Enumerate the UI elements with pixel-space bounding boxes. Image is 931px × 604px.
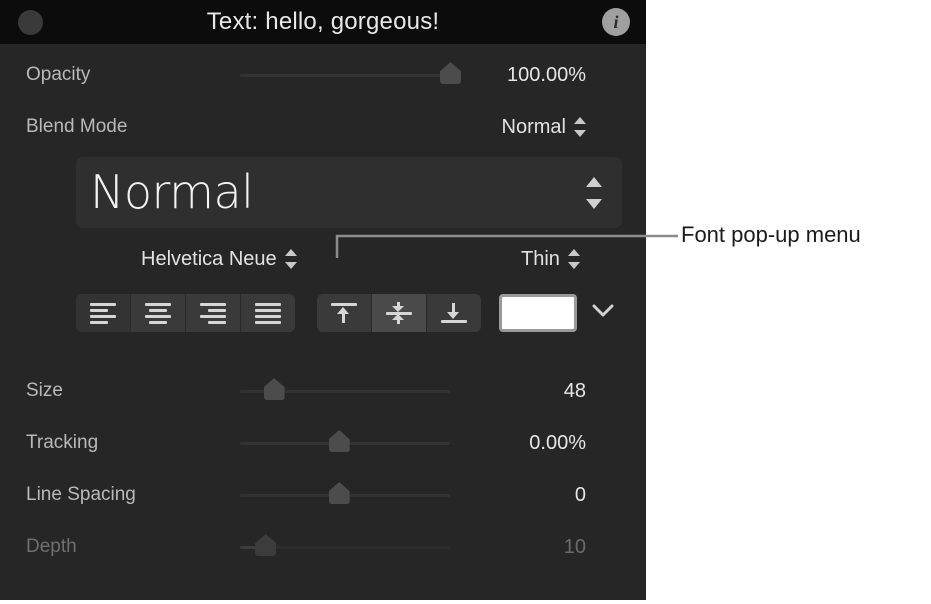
blend-mode-value: Normal bbox=[501, 115, 566, 138]
align-top-icon bbox=[331, 301, 357, 325]
opacity-label: Opacity bbox=[26, 64, 91, 85]
stepper-arrows-icon bbox=[567, 248, 580, 270]
info-icon[interactable]: i bbox=[602, 8, 630, 36]
font-family-popup[interactable]: Helvetica Neue bbox=[141, 244, 297, 274]
opacity-slider-thumb[interactable] bbox=[440, 62, 461, 84]
tracking-slider-thumb[interactable] bbox=[328, 430, 350, 452]
stepper-arrows-icon bbox=[574, 116, 586, 138]
size-row: Size 48 bbox=[0, 374, 646, 408]
blend-mode-row: Blend Mode Normal bbox=[0, 110, 646, 144]
blend-mode-popup[interactable]: Normal bbox=[502, 112, 586, 142]
line-spacing-slider[interactable] bbox=[240, 482, 450, 504]
align-right-button[interactable] bbox=[186, 294, 241, 332]
chevron-down-icon[interactable] bbox=[592, 304, 614, 318]
vertical-alignment-group bbox=[317, 294, 481, 332]
font-preview-text: Normal bbox=[90, 165, 254, 219]
align-justify-icon bbox=[255, 302, 281, 324]
horizontal-alignment-group bbox=[76, 294, 295, 332]
depth-label: Depth bbox=[26, 536, 77, 557]
align-justify-button[interactable] bbox=[241, 294, 295, 332]
text-inspector-panel: Text: hello, gorgeous! i Opacity 100.00%… bbox=[0, 0, 646, 600]
align-top-button[interactable] bbox=[317, 294, 372, 332]
align-bottom-icon bbox=[441, 301, 467, 325]
size-value[interactable]: 48 bbox=[564, 374, 586, 408]
stepper-arrows-icon[interactable] bbox=[586, 177, 602, 209]
font-typeface-value: Thin bbox=[521, 247, 560, 270]
panel-titlebar: Text: hello, gorgeous! i bbox=[0, 0, 646, 44]
depth-slider bbox=[240, 534, 450, 556]
opacity-slider[interactable] bbox=[240, 62, 461, 84]
size-slider-thumb[interactable] bbox=[263, 378, 285, 400]
page-title: Text: hello, gorgeous! bbox=[206, 8, 440, 35]
align-middle-icon bbox=[386, 301, 412, 325]
tracking-slider[interactable] bbox=[240, 430, 450, 452]
align-right-icon bbox=[200, 302, 226, 324]
line-spacing-slider-thumb[interactable] bbox=[328, 482, 350, 504]
line-spacing-label: Line Spacing bbox=[26, 484, 136, 505]
align-left-icon bbox=[90, 302, 116, 324]
align-center-icon bbox=[145, 302, 171, 324]
tracking-label: Tracking bbox=[26, 432, 99, 453]
tracking-row: Tracking 0.00% bbox=[0, 426, 646, 460]
opacity-value[interactable]: 100.00% bbox=[507, 58, 586, 92]
size-label: Size bbox=[26, 380, 63, 401]
font-family-value: Helvetica Neue bbox=[141, 247, 277, 270]
stepper-arrows-icon bbox=[284, 248, 297, 270]
depth-value: 10 bbox=[563, 536, 586, 558]
opacity-row: Opacity 100.00% bbox=[0, 58, 646, 92]
font-typeface-popup[interactable]: Thin bbox=[521, 244, 580, 274]
align-center-button[interactable] bbox=[131, 294, 186, 332]
line-spacing-row: Line Spacing 0 bbox=[0, 478, 646, 512]
align-left-button[interactable] bbox=[76, 294, 131, 332]
text-color-well[interactable] bbox=[499, 294, 577, 332]
font-preview-field[interactable]: Normal bbox=[76, 157, 622, 228]
tracking-value[interactable]: 0.00% bbox=[529, 426, 586, 460]
size-slider[interactable] bbox=[240, 378, 450, 400]
line-spacing-value[interactable]: 0 bbox=[575, 478, 586, 512]
depth-row: Depth 10 bbox=[0, 530, 646, 564]
blend-mode-label: Blend Mode bbox=[26, 116, 128, 137]
depth-slider-thumb bbox=[255, 534, 277, 556]
callout-label: Font pop-up menu bbox=[681, 222, 861, 247]
align-middle-button[interactable] bbox=[372, 294, 427, 332]
align-bottom-button[interactable] bbox=[427, 294, 481, 332]
